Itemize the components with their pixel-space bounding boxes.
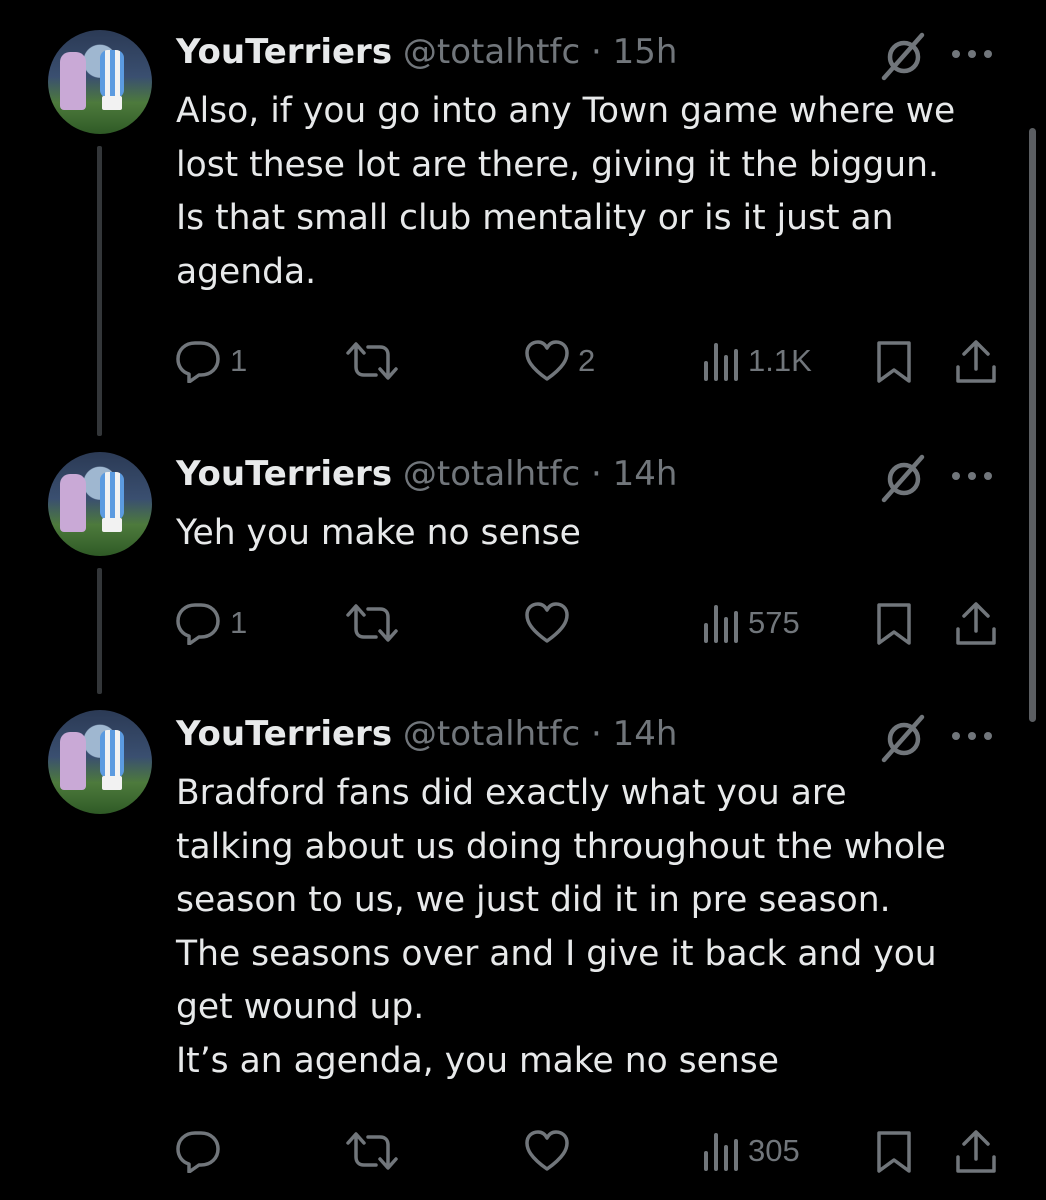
view-count: 305	[748, 1133, 800, 1168]
views-button[interactable]: 305	[700, 1129, 800, 1173]
repost-icon	[346, 604, 398, 642]
views-button[interactable]: 575	[700, 601, 800, 645]
share-icon	[956, 602, 996, 645]
share-button[interactable]	[954, 601, 998, 647]
bookmark-button[interactable]	[874, 339, 914, 385]
reply-icon	[176, 1131, 220, 1173]
thread-line	[97, 568, 102, 694]
tweet-header: YouTerriers @totalhtfc · 14h	[176, 454, 677, 494]
share-icon	[956, 340, 996, 383]
user-handle[interactable]: @totalhtfc	[403, 714, 580, 754]
share-icon	[956, 1130, 996, 1173]
like-count: 2	[578, 343, 596, 378]
repost-icon	[346, 1132, 398, 1170]
view-count: 1.1K	[748, 343, 812, 378]
more-icon[interactable]	[948, 47, 996, 61]
grok-icon[interactable]	[878, 712, 930, 764]
views-icon	[704, 1133, 738, 1171]
tweet-text: Also, if you go into any Town game where…	[176, 91, 956, 292]
separator: ·	[580, 714, 613, 754]
reply-icon	[176, 603, 220, 645]
avatar[interactable]	[48, 710, 152, 814]
tweet-header: YouTerriers @totalhtfc · 14h	[176, 714, 677, 754]
display-name[interactable]: YouTerriers	[176, 454, 392, 494]
view-count: 575	[748, 605, 800, 640]
grok-icon[interactable]	[878, 452, 930, 504]
repost-button[interactable]	[344, 601, 408, 645]
repost-icon	[346, 342, 398, 380]
grok-icon[interactable]	[878, 30, 930, 82]
action-bar: 1 575	[0, 595, 1046, 651]
avatar[interactable]	[48, 30, 152, 134]
reply-count: 1	[230, 605, 248, 640]
like-button[interactable]	[524, 601, 578, 645]
scrollbar[interactable]	[1029, 128, 1036, 722]
like-button[interactable]: 2	[524, 339, 595, 383]
repost-button[interactable]	[344, 1129, 408, 1173]
share-button[interactable]	[954, 339, 998, 385]
display-name[interactable]: YouTerriers	[176, 32, 392, 72]
repost-button[interactable]	[344, 339, 408, 383]
timestamp[interactable]: 15h	[613, 32, 678, 72]
bookmark-icon	[877, 603, 911, 645]
tweet-header: YouTerriers @totalhtfc · 15h	[176, 32, 677, 72]
bookmark-icon	[877, 341, 911, 383]
views-icon	[704, 343, 738, 381]
bookmark-button[interactable]	[874, 601, 914, 647]
views-icon	[704, 605, 738, 643]
views-button[interactable]: 1.1K	[700, 339, 812, 383]
more-icon[interactable]	[948, 469, 996, 483]
thread-line	[97, 146, 102, 436]
more-icon[interactable]	[948, 729, 996, 743]
like-button[interactable]	[524, 1129, 578, 1173]
action-bar: 1 2 1.1K	[0, 333, 1046, 389]
reply-button[interactable]	[176, 1129, 230, 1173]
heart-icon	[525, 340, 569, 381]
separator: ·	[580, 454, 613, 494]
user-handle[interactable]: @totalhtfc	[403, 454, 580, 494]
bookmark-button[interactable]	[874, 1129, 914, 1175]
share-button[interactable]	[954, 1129, 998, 1175]
heart-icon	[525, 602, 569, 643]
reply-count: 1	[230, 343, 248, 378]
display-name[interactable]: YouTerriers	[176, 714, 392, 754]
reply-button[interactable]: 1	[176, 601, 247, 645]
timestamp[interactable]: 14h	[613, 454, 678, 494]
reply-button[interactable]: 1	[176, 339, 247, 383]
bookmark-icon	[877, 1131, 911, 1173]
timestamp[interactable]: 14h	[613, 714, 678, 754]
avatar[interactable]	[48, 452, 152, 556]
heart-icon	[525, 1130, 569, 1171]
user-handle[interactable]: @totalhtfc	[403, 32, 580, 72]
separator: ·	[580, 32, 613, 72]
tweet-text: Yeh you make no sense	[176, 513, 581, 553]
action-bar: 305	[0, 1123, 1046, 1179]
reply-icon	[176, 341, 220, 383]
tweet-text: Bradford fans did exactly what you are t…	[176, 773, 946, 1081]
